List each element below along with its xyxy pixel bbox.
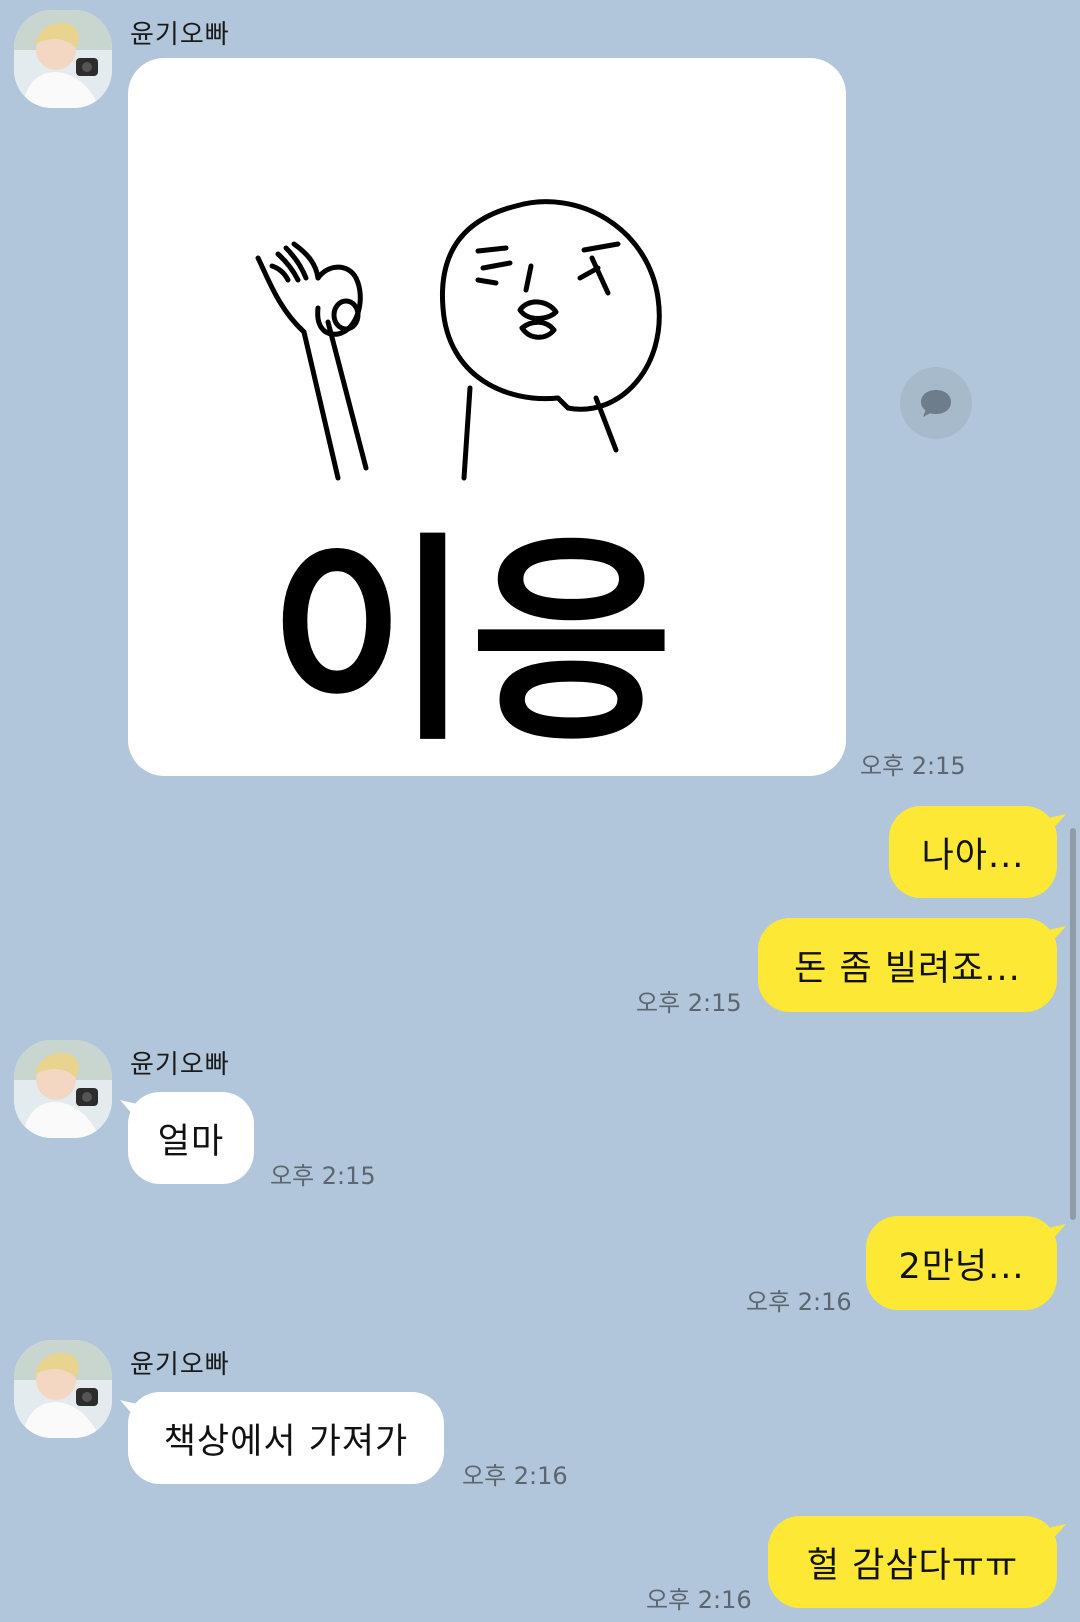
contact-name: 윤기오빠 bbox=[130, 20, 230, 50]
sticker-image: 이응 bbox=[255, 199, 673, 770]
message-time: 오후 2:15 bbox=[860, 752, 966, 780]
their-message-bubble[interactable]: 책상에서 가져가 bbox=[128, 1392, 444, 1484]
my-message-bubble[interactable]: 2만넝... bbox=[866, 1216, 1057, 1310]
message-time: 오후 2:16 bbox=[462, 1462, 568, 1490]
contact-name: 윤기오빠 bbox=[130, 1050, 230, 1080]
avatar-photo-icon bbox=[14, 10, 112, 108]
their-message-bubble[interactable]: 얼마 bbox=[128, 1092, 254, 1184]
avatar-photo-icon bbox=[14, 1340, 112, 1438]
contact-avatar[interactable] bbox=[14, 1040, 112, 1138]
my-message-bubble[interactable]: 돈 좀 빌려죠... bbox=[758, 918, 1057, 1012]
avatar-photo-icon bbox=[14, 1040, 112, 1138]
share-button[interactable] bbox=[900, 367, 972, 439]
contact-avatar[interactable] bbox=[14, 1340, 112, 1438]
contact-name: 윤기오빠 bbox=[130, 1350, 230, 1380]
speech-bubble-icon bbox=[921, 390, 951, 417]
message-time: 오후 2:15 bbox=[636, 989, 742, 1017]
scrollbar[interactable] bbox=[1070, 828, 1076, 1220]
my-message-bubble[interactable]: 나아... bbox=[889, 806, 1057, 898]
sticker-message[interactable]: 이응 bbox=[128, 58, 846, 776]
contact-avatar[interactable] bbox=[14, 10, 112, 108]
sticker-caption: 이응 bbox=[268, 514, 673, 770]
message-time: 오후 2:16 bbox=[646, 1586, 752, 1614]
message-time: 오후 2:15 bbox=[270, 1162, 376, 1190]
message-time: 오후 2:16 bbox=[746, 1288, 852, 1316]
my-message-bubble[interactable]: 헐 감삼다ㅠㅠ bbox=[768, 1516, 1057, 1608]
